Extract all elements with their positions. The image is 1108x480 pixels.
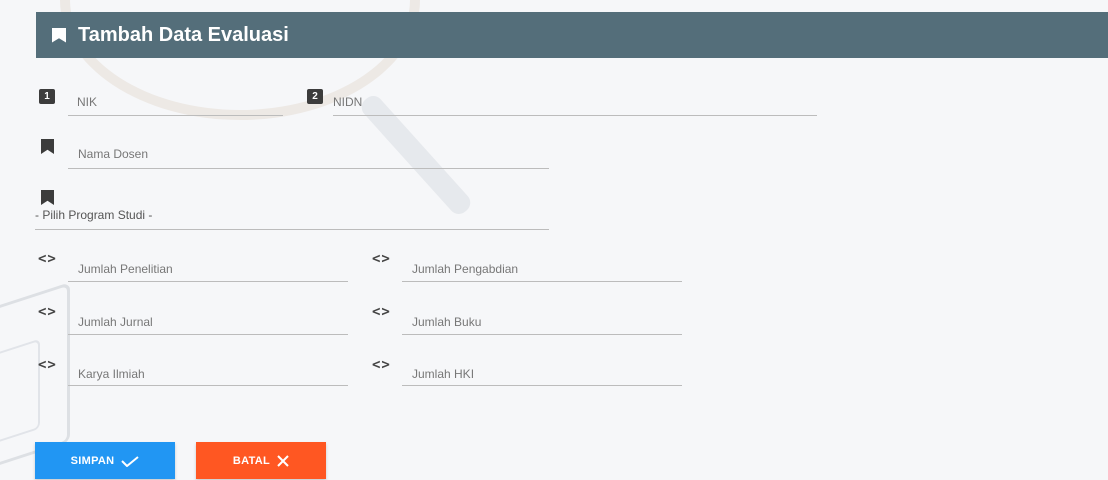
close-icon — [277, 454, 289, 467]
jumlah-hki-placeholder: Jumlah HKI — [412, 367, 475, 381]
number-two-icon: 2 — [307, 89, 323, 104]
background-decoration — [0, 0, 1108, 480]
page-title: Tambah Data Evaluasi — [78, 23, 289, 46]
nik-field[interactable]: NIK — [68, 86, 283, 116]
jumlah-pengabdian-placeholder: Jumlah Pengabdian — [412, 262, 519, 276]
jumlah-jurnal-field[interactable]: Jumlah Jurnal — [68, 305, 348, 335]
batal-label: BATAL — [232, 454, 271, 467]
karya-ilmiah-field[interactable]: Karya Ilmiah — [68, 358, 348, 386]
code-icon: <> — [38, 251, 57, 267]
jumlah-jurnal-placeholder: Jumlah Jurnal — [78, 315, 153, 329]
code-icon: <> — [372, 357, 391, 373]
form-header: Tambah Data Evaluasi — [36, 12, 1108, 58]
bookmark-icon — [41, 139, 54, 154]
code-icon: <> — [372, 304, 391, 320]
jumlah-penelitian-placeholder: Jumlah Penelitian — [78, 262, 173, 276]
check-icon — [121, 455, 140, 467]
code-icon: <> — [38, 304, 57, 320]
code-icon: <> — [372, 251, 391, 267]
code-icon: <> — [38, 357, 57, 373]
jumlah-buku-placeholder: Jumlah Buku — [412, 315, 482, 329]
number-one-icon: 1 — [39, 89, 55, 104]
nidn-placeholder: NIDN — [333, 95, 363, 109]
nama-dosen-field[interactable]: Nama Dosen — [68, 138, 549, 169]
jumlah-penelitian-field[interactable]: Jumlah Penelitian — [68, 252, 348, 282]
jumlah-buku-field[interactable]: Jumlah Buku — [402, 305, 682, 335]
nik-placeholder: NIK — [77, 95, 98, 109]
jumlah-pengabdian-field[interactable]: Jumlah Pengabdian — [402, 252, 682, 282]
program-studi-selected: - Pilih Program Studi - — [35, 208, 153, 222]
simpan-button[interactable]: SIMPAN — [35, 442, 175, 479]
simpan-label: SIMPAN — [70, 454, 115, 467]
nama-dosen-placeholder: Nama Dosen — [78, 147, 149, 161]
bookmark-icon — [52, 27, 66, 43]
jumlah-hki-field[interactable]: Jumlah HKI — [402, 358, 682, 386]
batal-button[interactable]: BATAL — [196, 442, 326, 479]
program-studi-select[interactable]: - Pilih Program Studi - — [35, 200, 549, 230]
karya-ilmiah-placeholder: Karya Ilmiah — [78, 367, 145, 381]
nidn-field[interactable]: NIDN — [333, 86, 817, 116]
